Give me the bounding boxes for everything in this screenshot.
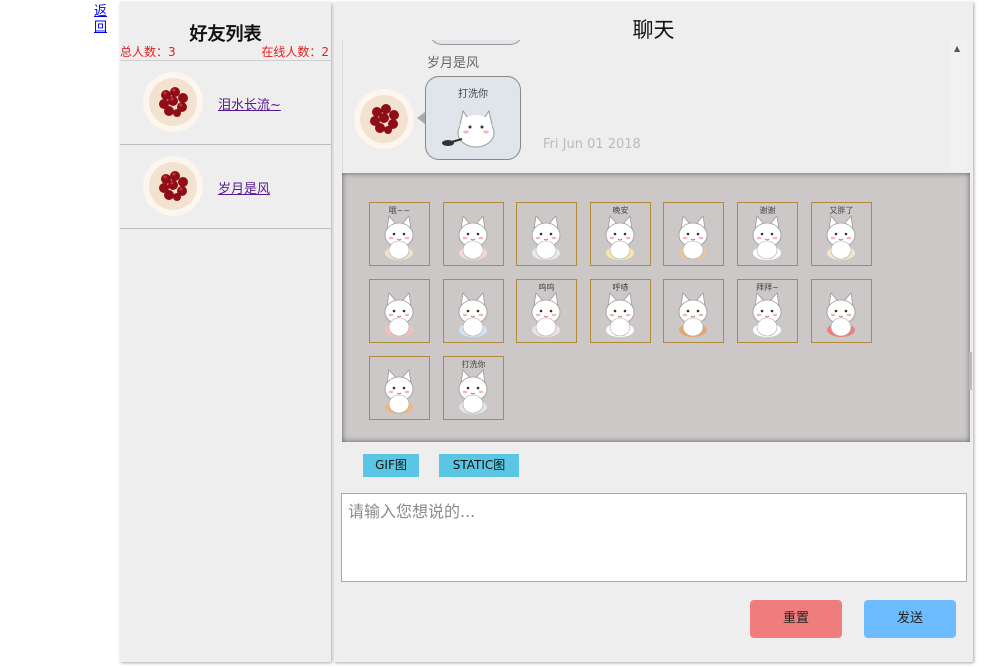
emoji-sticker[interactable]: 哦~~ bbox=[369, 202, 430, 266]
white-cat-sticker-icon bbox=[678, 215, 708, 260]
emoji-sticker[interactable] bbox=[516, 202, 577, 266]
friends-panel: 好友列表 总人数：3 在线人数：2 泪水长流~ 岁月是风 bbox=[120, 2, 331, 662]
emoji-caption: 谢谢 bbox=[759, 206, 776, 215]
sticker-text: 打洗你 bbox=[458, 87, 488, 100]
emoji-caption: 打洗你 bbox=[461, 360, 486, 369]
white-cat-sticker-icon bbox=[458, 215, 488, 260]
emoji-sticker[interactable]: 又胖了 bbox=[811, 202, 872, 266]
tab-static[interactable]: STATIC图 bbox=[439, 454, 519, 477]
emoji-sticker[interactable] bbox=[369, 279, 430, 343]
emoji-sticker[interactable]: 呼哧 bbox=[590, 279, 651, 343]
white-cat-sticker-icon bbox=[531, 215, 561, 260]
white-cat-sticker-icon bbox=[458, 292, 488, 337]
friend-list: 泪水长流~ 岁月是风 bbox=[120, 60, 331, 229]
message-time: Fri Jun 01 2018 bbox=[543, 137, 641, 152]
online-count: 在线人数：2 bbox=[261, 45, 329, 59]
cherry-bowl-icon bbox=[143, 72, 203, 132]
previous-message-bubble bbox=[429, 40, 523, 45]
emoji-caption: 哦~~ bbox=[388, 206, 411, 215]
emoji-sticker[interactable]: 晚安 bbox=[590, 202, 651, 266]
page-scrollbar[interactable] bbox=[969, 352, 972, 390]
emoji-sticker[interactable] bbox=[663, 202, 724, 266]
message-bubble: 打洗你 bbox=[425, 76, 521, 160]
emoji-sticker[interactable] bbox=[369, 356, 430, 420]
reset-button[interactable]: 重置 bbox=[750, 600, 842, 638]
message-sender: 岁月是风 bbox=[427, 56, 480, 71]
bubble-tail bbox=[417, 112, 425, 124]
emoji-caption: 又胖了 bbox=[829, 206, 854, 215]
cherry-bowl-icon bbox=[354, 89, 414, 149]
friend-name[interactable]: 泪水长流~ bbox=[218, 94, 281, 113]
emoji-sticker[interactable] bbox=[811, 279, 872, 343]
emoji-sticker[interactable]: 拜拜~ bbox=[737, 279, 798, 343]
cherry-bowl-icon bbox=[143, 156, 203, 216]
emoji-sticker[interactable] bbox=[663, 279, 724, 343]
emoji-sticker[interactable] bbox=[443, 279, 504, 343]
tab-gif[interactable]: GIF图 bbox=[363, 454, 419, 477]
message-scrollbar[interactable]: ▲ bbox=[950, 40, 967, 172]
white-cat-sticker-icon bbox=[678, 292, 708, 337]
friend-name[interactable]: 岁月是风 bbox=[218, 178, 270, 197]
white-cat-sticker-icon bbox=[384, 292, 414, 337]
emoji-sticker[interactable]: 谢谢 bbox=[737, 202, 798, 266]
emoji-caption: 晚安 bbox=[612, 206, 629, 215]
emoji-sticker[interactable]: 呜呜 bbox=[516, 279, 577, 343]
emoji-sticker[interactable] bbox=[443, 202, 504, 266]
emoji-caption: 拜拜~ bbox=[756, 283, 779, 292]
friend-item[interactable]: 泪水长流~ bbox=[120, 61, 331, 145]
message-area[interactable]: 岁月是风 打洗你 Fri Jun 01 2018 bbox=[342, 40, 950, 172]
friend-item[interactable]: 岁月是风 bbox=[120, 145, 331, 229]
chat-panel: 聊天 岁月是风 打洗你 Fri Jun 01 2018 ▲ 哦~~ 晚安 谢谢 … bbox=[334, 2, 973, 662]
total-count: 总人数：3 bbox=[120, 45, 176, 59]
white-cat-sticker-icon: 打洗你 bbox=[442, 87, 495, 148]
emoji-caption: 呼哧 bbox=[612, 283, 629, 292]
back-link[interactable]: 返回 bbox=[94, 4, 108, 36]
emoji-panel: 哦~~ 晚安 谢谢 又胖了呜呜 呼哧 拜拜~ 打洗你 bbox=[342, 173, 970, 442]
send-button[interactable]: 发送 bbox=[864, 600, 956, 638]
white-cat-sticker-icon bbox=[384, 369, 414, 414]
triangle-up-icon[interactable]: ▲ bbox=[954, 44, 960, 53]
emoji-caption: 呜呜 bbox=[538, 283, 555, 292]
white-cat-sticker-icon bbox=[826, 292, 856, 337]
emoji-sticker[interactable]: 打洗你 bbox=[443, 356, 504, 420]
message-input[interactable] bbox=[341, 493, 967, 582]
